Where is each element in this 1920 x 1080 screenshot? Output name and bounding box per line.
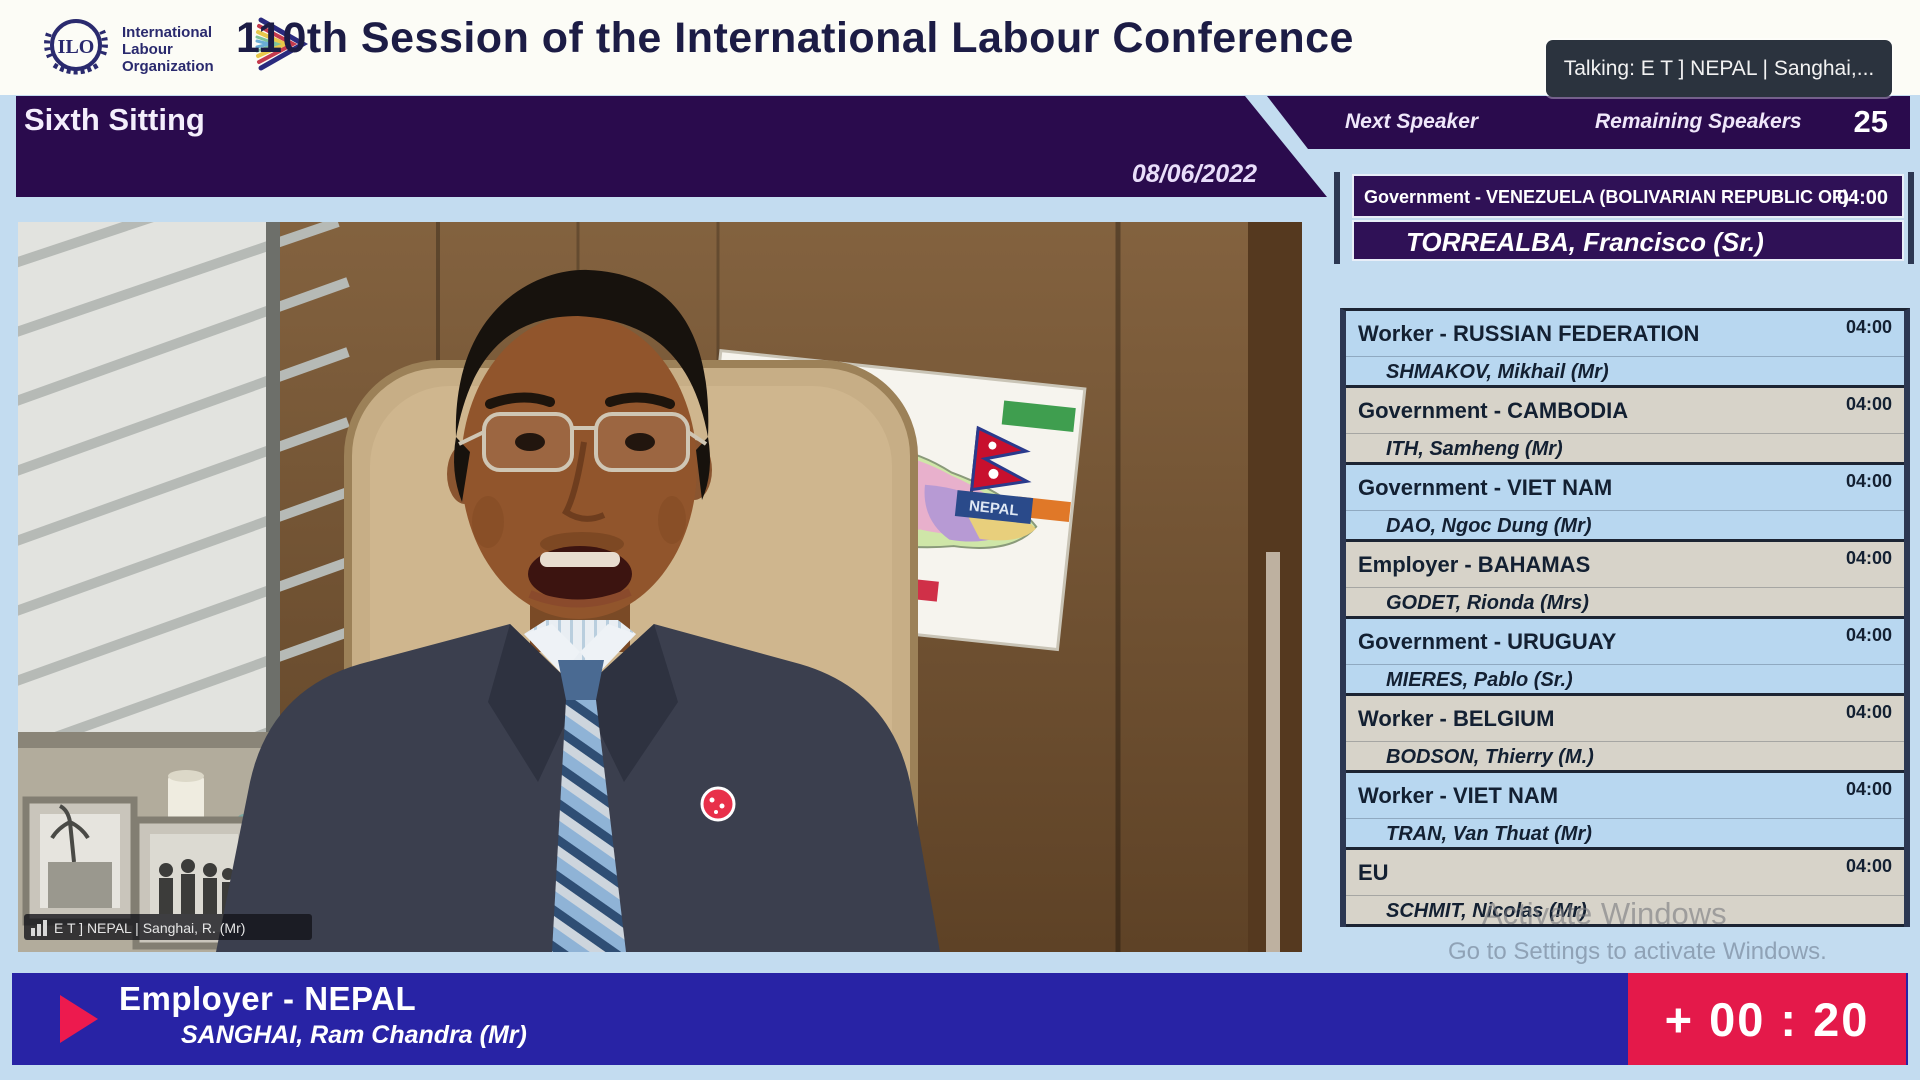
- speaker-name: GODET, Rionda (Mrs): [1386, 592, 1589, 615]
- speaker-row-header: Government - CAMBODIA 04:00: [1346, 388, 1904, 434]
- next-speaker-name-row: TORREALBA, Francisco (Sr.): [1352, 220, 1904, 261]
- speaker-group: Worker - RUSSIAN FEDERATION: [1358, 321, 1699, 347]
- next-speaker-card: Government - VENEZUELA (BOLIVARIAN REPUB…: [1352, 174, 1904, 261]
- overtime-timer: + 00 : 20: [1628, 973, 1906, 1065]
- video-caption: E T ] NEPAL | Sanghai, R. (Mr): [54, 920, 245, 936]
- speaker-row-header: EU 04:00: [1346, 850, 1904, 896]
- next-speaker-group-row: Government - VENEZUELA (BOLIVARIAN REPUB…: [1352, 174, 1904, 218]
- speaker-time: 04:00: [1846, 317, 1892, 338]
- speaker-row: Employer - BAHAMAS 04:00 GODET, Rionda (…: [1346, 542, 1904, 619]
- speaker-row-header: Government - VIET NAM 04:00: [1346, 465, 1904, 511]
- speakers-header-bar: Next Speaker Remaining Speakers 25: [1267, 96, 1910, 149]
- session-date: 08/06/2022: [1132, 160, 1257, 189]
- play-icon: [60, 995, 98, 1043]
- speaker-row-header: Worker - VIET NAM 04:00: [1346, 773, 1904, 819]
- current-speaker-bar: Employer - NEPAL SANGHAI, Ram Chandra (M…: [12, 973, 1908, 1065]
- talking-notification[interactable]: Talking: E T ] NEPAL | Sanghai,...: [1546, 40, 1892, 97]
- speaker-group: Worker - VIET NAM: [1358, 783, 1558, 809]
- speakers-list: Worker - RUSSIAN FEDERATION 04:00 SHMAKO…: [1340, 308, 1910, 927]
- speaker-group: Government - URUGUAY: [1358, 629, 1616, 655]
- lapel-pin: [702, 788, 734, 820]
- next-speaker-time: 04:00: [1837, 187, 1888, 210]
- next-speaker-group: Government - VENEZUELA (BOLIVARIAN REPUB…: [1364, 187, 1849, 208]
- speaker-group: Government - CAMBODIA: [1358, 398, 1628, 424]
- speaker-name: MIERES, Pablo (Sr.): [1386, 669, 1573, 692]
- remaining-speakers-count: 25: [1854, 104, 1888, 140]
- video-feed[interactable]: NEPAL: [18, 222, 1302, 952]
- video-caption-overlay: E T ] NEPAL | Sanghai, R. (Mr): [24, 914, 312, 940]
- speaker-row-header: Employer - BAHAMAS 04:00: [1346, 542, 1904, 588]
- card-right-border: [1908, 172, 1914, 264]
- activate-windows-subtext: Go to Settings to activate Windows.: [1448, 938, 1827, 966]
- speaker-name: ITH, Samheng (Mr): [1386, 438, 1563, 461]
- speaker-row: Worker - VIET NAM 04:00 TRAN, Van Thuat …: [1346, 773, 1904, 850]
- speaker-name: DAO, Ngoc Dung (Mr): [1386, 515, 1592, 538]
- speaker-time: 04:00: [1846, 779, 1892, 800]
- page-title: 110th Session of the International Labou…: [0, 14, 1590, 63]
- remaining-speakers-label: Remaining Speakers: [1595, 110, 1802, 134]
- speaker-group: Government - VIET NAM: [1358, 475, 1612, 501]
- speaker-row-header: Worker - BELGIUM 04:00: [1346, 696, 1904, 742]
- speaker-row: Worker - RUSSIAN FEDERATION 04:00 SHMAKO…: [1346, 311, 1904, 388]
- speaker-group: EU: [1358, 860, 1389, 886]
- speaker-group: Worker - BELGIUM: [1358, 706, 1554, 732]
- activate-windows-watermark: Activate Windows: [1482, 896, 1727, 932]
- speaker-row-header: Government - URUGUAY 04:00: [1346, 619, 1904, 665]
- sitting-title: Sixth Sitting: [24, 102, 205, 138]
- speaker-row: Government - CAMBODIA 04:00 ITH, Samheng…: [1346, 388, 1904, 465]
- speaker-time: 04:00: [1846, 625, 1892, 646]
- next-speaker-name: TORREALBA, Francisco (Sr.): [1406, 227, 1764, 258]
- speaker-name: TRAN, Van Thuat (Mr): [1386, 823, 1592, 846]
- speaker-name: BODSON, Thierry (M.): [1386, 746, 1594, 769]
- speaker-time: 04:00: [1846, 548, 1892, 569]
- next-speaker-label: Next Speaker: [1345, 110, 1478, 134]
- current-speaker-group: Employer - NEPAL: [119, 980, 416, 1018]
- speaker-row: Government - VIET NAM 04:00 DAO, Ngoc Du…: [1346, 465, 1904, 542]
- speaker-time: 04:00: [1846, 856, 1892, 877]
- speaker-row: Worker - BELGIUM 04:00 BODSON, Thierry (…: [1346, 696, 1904, 773]
- speaker-row: Government - URUGUAY 04:00 MIERES, Pablo…: [1346, 619, 1904, 696]
- speaker-name: SHMAKOV, Mikhail (Mr): [1386, 361, 1609, 384]
- session-header: Sixth Sitting 08/06/2022: [16, 96, 1327, 197]
- speaker-time: 04:00: [1846, 702, 1892, 723]
- card-left-border: [1334, 172, 1340, 264]
- current-speaker-name: SANGHAI, Ram Chandra (Mr): [181, 1021, 527, 1050]
- speaker-time: 04:00: [1846, 394, 1892, 415]
- broadcast-screen: ILO International Labour Organization 11…: [0, 0, 1920, 1080]
- speaker-video-scene: NEPAL: [18, 222, 1302, 952]
- speaker-row-header: Worker - RUSSIAN FEDERATION 04:00: [1346, 311, 1904, 357]
- speaker-group: Employer - BAHAMAS: [1358, 552, 1590, 578]
- speaker-time: 04:00: [1846, 471, 1892, 492]
